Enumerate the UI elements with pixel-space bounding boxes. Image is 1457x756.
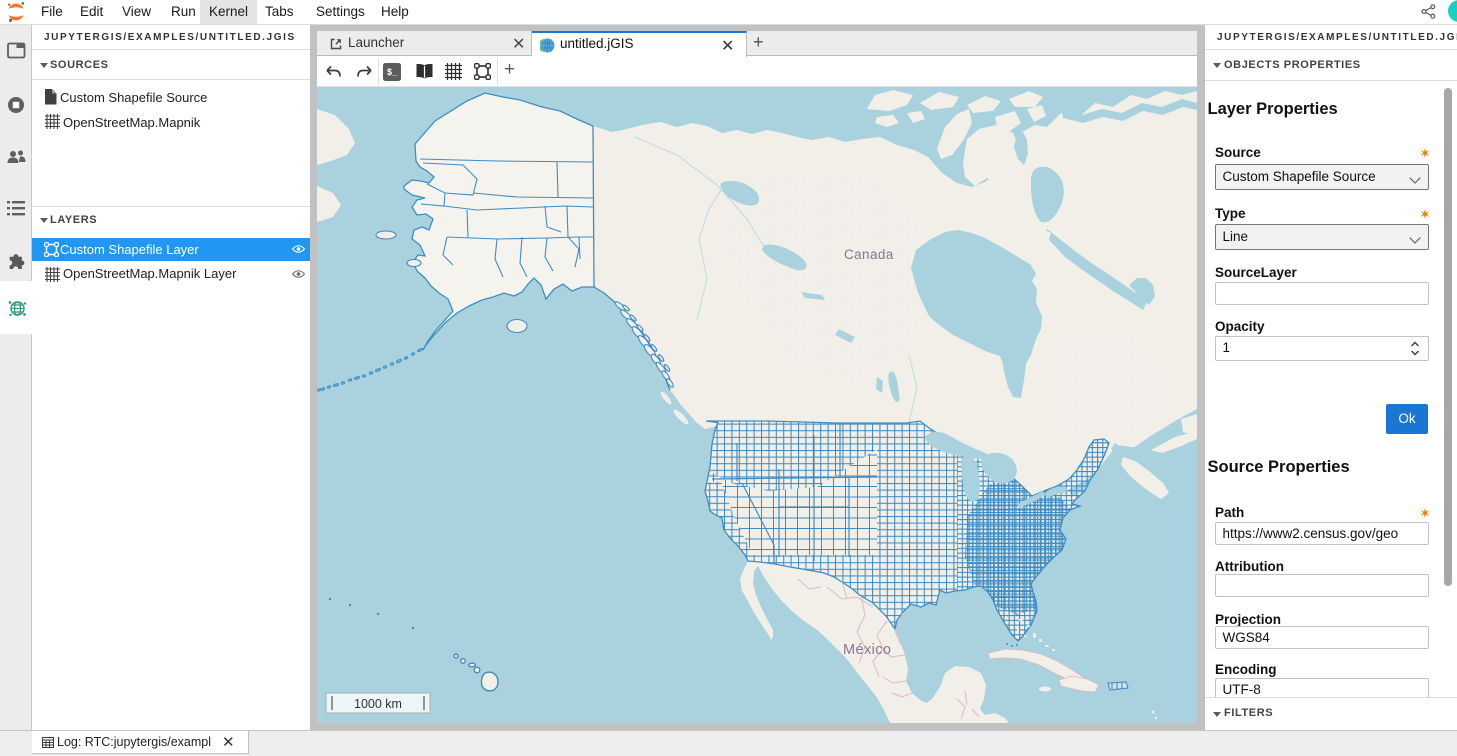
svg-text:Canada: Canada: [844, 247, 894, 262]
svg-text:México: México: [843, 642, 891, 658]
svg-text:1000 km: 1000 km: [354, 697, 402, 711]
